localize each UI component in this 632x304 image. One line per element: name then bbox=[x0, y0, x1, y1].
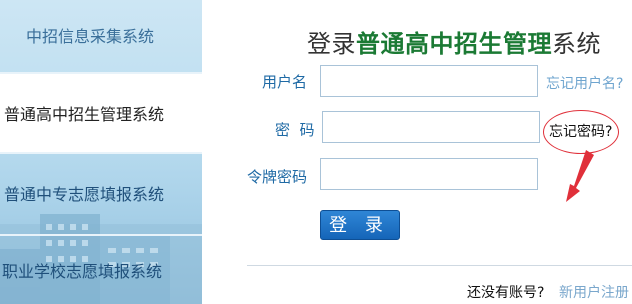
title-prefix: 登录 bbox=[307, 30, 356, 58]
sidebar-item-info-collection[interactable]: 中招信息采集系统 bbox=[0, 0, 202, 70]
forgot-username-link[interactable]: 忘记用户名? bbox=[546, 73, 623, 93]
sidebar: 中招信息采集系统 普通高中招生管理系统 普通中专志愿填报系统 职业学校志愿填报系… bbox=[0, 0, 202, 304]
token-label: 令牌密码 bbox=[247, 168, 308, 186]
sidebar-item-label: 职业学校志愿填报系统 bbox=[2, 262, 163, 281]
token-input[interactable] bbox=[320, 158, 538, 190]
sidebar-item-label: 普通中专志愿填报系统 bbox=[4, 185, 165, 204]
username-label: 用户名 bbox=[262, 73, 308, 91]
page-title: 登录普通高中招生管理系统 bbox=[307, 24, 601, 59]
register-link[interactable]: 新用户注册 bbox=[559, 282, 629, 302]
title-highlight: 普通高中招生管理 bbox=[356, 30, 552, 58]
login-button[interactable]: 登 录 bbox=[320, 210, 400, 240]
password-label: 密 码 bbox=[275, 121, 315, 139]
no-account-text: 还没有账号? bbox=[467, 285, 545, 301]
sidebar-item-high-school-admission[interactable]: 普通高中招生管理系统 bbox=[0, 74, 202, 152]
sidebar-item-vocational-secondary[interactable]: 普通中专志愿填报系统 bbox=[0, 154, 202, 232]
sidebar-item-label: 普通高中招生管理系统 bbox=[4, 105, 165, 124]
title-suffix: 系统 bbox=[552, 30, 601, 58]
sidebar-item-vocational-school[interactable]: 职业学校志愿填报系统 bbox=[0, 236, 202, 304]
active-item-connector bbox=[202, 74, 206, 152]
password-input[interactable] bbox=[322, 111, 540, 143]
divider-line bbox=[247, 265, 632, 266]
username-input[interactable] bbox=[320, 65, 538, 97]
sidebar-item-label: 中招信息采集系统 bbox=[25, 27, 154, 46]
annotation-arrow bbox=[566, 150, 594, 202]
